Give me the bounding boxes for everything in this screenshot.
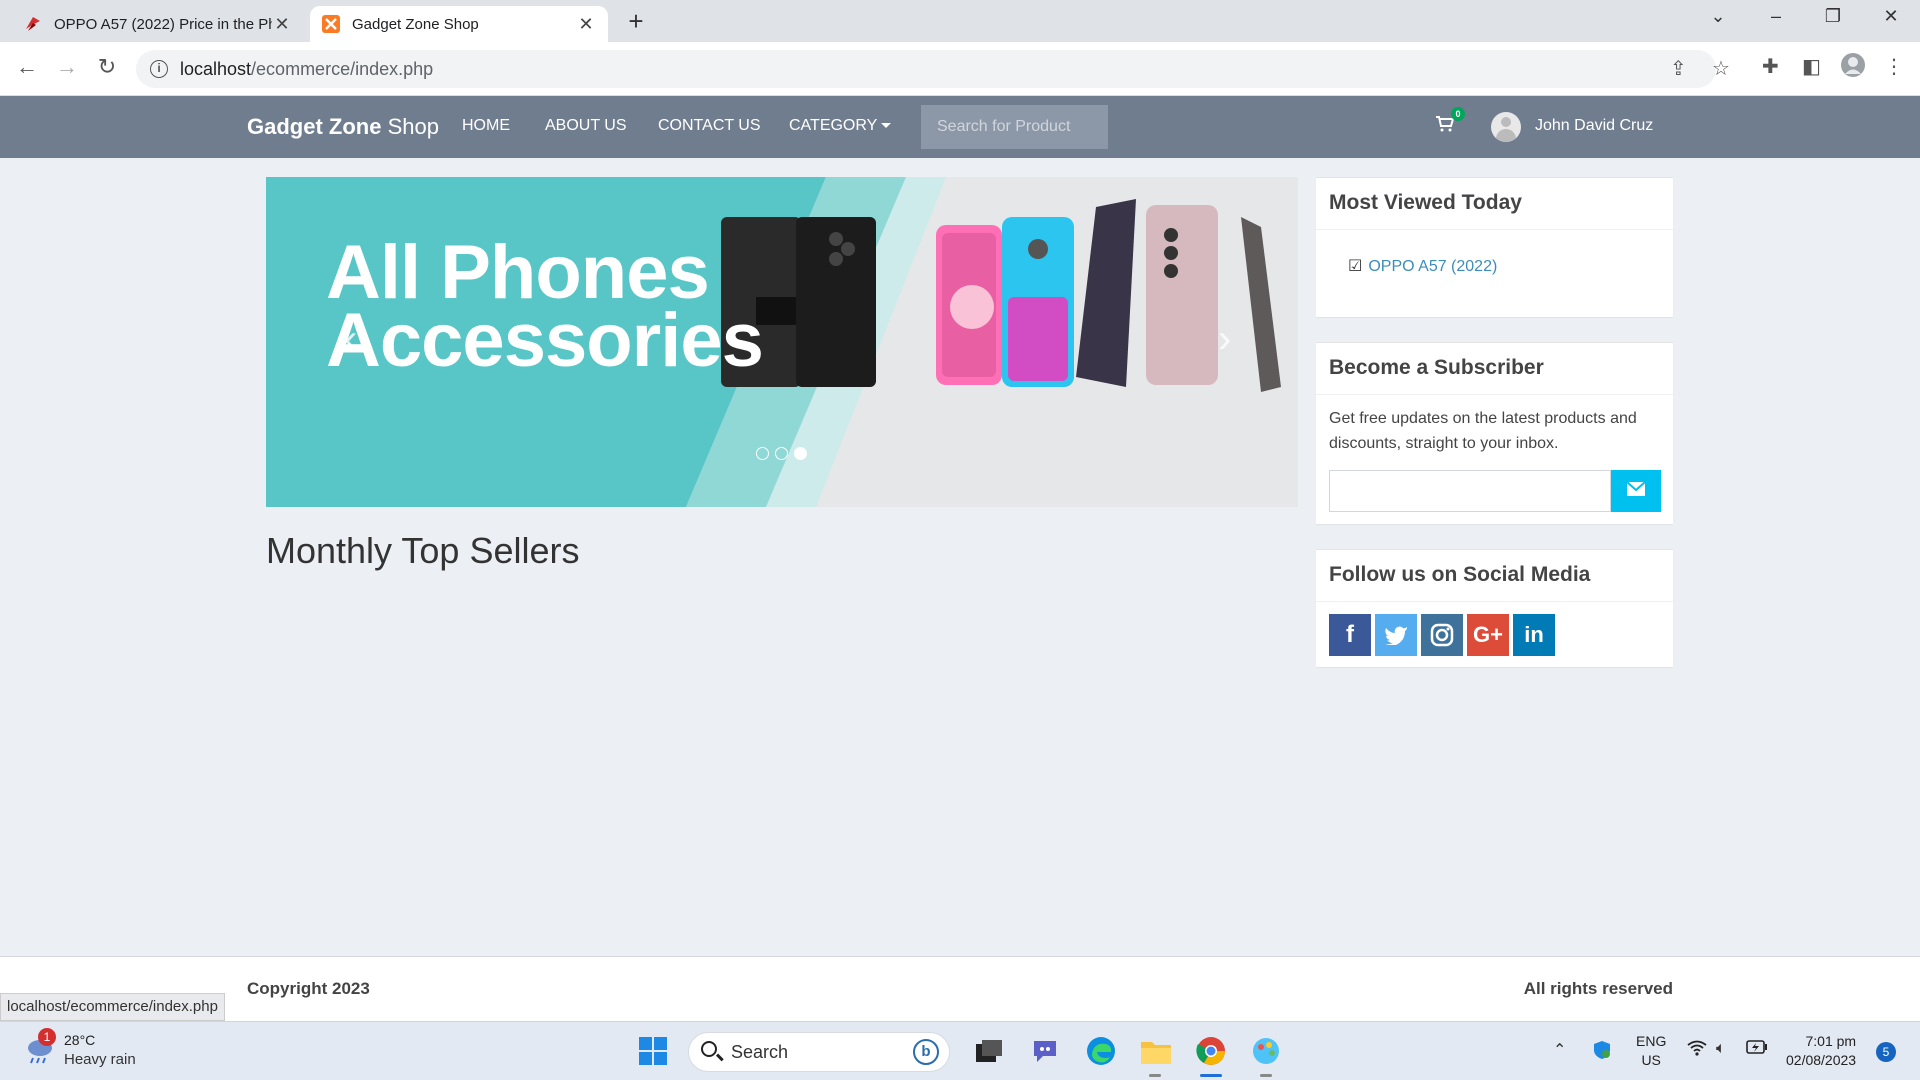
side-panel-icon[interactable]: ◧: [1802, 54, 1821, 79]
minimize-button[interactable]: –: [1762, 6, 1790, 27]
copyright-text: Copyright 2023: [247, 979, 370, 998]
url-path: /ecommerce/index.php: [251, 58, 434, 79]
user-name[interactable]: John David Cruz: [1535, 117, 1653, 135]
volume-icon[interactable]: 🔈︎: [1716, 1040, 1726, 1058]
site-footer: Copyright 2023 All rights reserved: [0, 956, 1920, 1021]
banner-carousel[interactable]: All Phones Accessories ‹ ›: [266, 177, 1298, 507]
back-arrow-icon[interactable]: ←: [12, 54, 42, 80]
chrome-browser-icon[interactable]: [1196, 1036, 1226, 1066]
link-status-bubble: localhost/ecommerce/index.php: [0, 993, 225, 1021]
close-tab-icon[interactable]: ✕: [272, 14, 292, 35]
file-explorer-icon[interactable]: [1141, 1036, 1171, 1066]
url-host: localhost: [180, 58, 252, 79]
reload-icon[interactable]: ↻: [92, 54, 122, 80]
bookmark-star-icon[interactable]: ☆: [1712, 56, 1730, 81]
paint-running-indicator: [1260, 1074, 1272, 1077]
carousel-indicator-2[interactable]: [775, 447, 788, 460]
close-tab-icon[interactable]: ✕: [576, 14, 596, 35]
envelope-icon: [1626, 480, 1646, 501]
taskbar-search[interactable]: Search b: [688, 1032, 950, 1072]
tab-title: OPPO A57 (2022) Price in the Phi: [54, 15, 272, 33]
tab-title: Gadget Zone Shop: [352, 15, 479, 33]
chrome-active-indicator: [1200, 1074, 1222, 1077]
most-viewed-title: Most Viewed Today: [1316, 178, 1673, 230]
subscriber-email-input[interactable]: [1329, 470, 1611, 512]
rights-reserved-text: All rights reserved: [1523, 979, 1673, 998]
close-window-button[interactable]: ✕: [1877, 6, 1905, 27]
windows-taskbar: 1 28°C Heavy rain Search b ⌃ ENG US 🔈︎ 7…: [0, 1021, 1920, 1080]
monthly-top-sellers-heading: Monthly Top Sellers: [266, 530, 580, 571]
profile-avatar-icon[interactable]: [1840, 52, 1866, 84]
explorer-running-indicator: [1149, 1074, 1161, 1077]
browser-toolbar: ← → ↻ i localhost/ecommerce/index.php ⇪ …: [0, 42, 1920, 96]
subscribe-button[interactable]: [1611, 470, 1661, 512]
new-tab-button[interactable]: +: [622, 6, 650, 37]
nav-about-us[interactable]: ABOUT US: [545, 117, 627, 135]
most-viewed-box: Most Viewed Today ☑ OPPO A57 (2022): [1316, 177, 1673, 317]
search-input[interactable]: [921, 105, 1108, 149]
show-hidden-icons-chevron[interactable]: ⌃: [1553, 1040, 1566, 1060]
system-clock[interactable]: 7:01 pm 02/08/2023: [1786, 1032, 1856, 1070]
subscriber-box: Become a Subscriber Get free updates on …: [1316, 342, 1673, 524]
wifi-icon[interactable]: [1687, 1040, 1707, 1061]
tab-search-chevron-icon[interactable]: ⌄: [1704, 6, 1732, 27]
google-plus-icon[interactable]: G+: [1467, 614, 1509, 656]
banner-headline: All Phones Accessories: [326, 230, 764, 383]
weather-alert-badge: 1: [38, 1028, 56, 1046]
xampp-logo-icon: [322, 15, 340, 33]
carousel-indicators: [756, 447, 807, 460]
most-viewed-link[interactable]: ☑ OPPO A57 (2022): [1348, 256, 1497, 276]
weather-temperature[interactable]: 28°C: [64, 1032, 95, 1048]
browser-menu-icon[interactable]: ⋮: [1884, 54, 1904, 79]
social-media-box: Follow us on Social Media f G+ in: [1316, 549, 1673, 667]
facebook-icon[interactable]: f: [1329, 614, 1371, 656]
site-brand[interactable]: Gadget Zone Shop: [247, 114, 439, 140]
linkedin-icon[interactable]: in: [1513, 614, 1555, 656]
browser-tab-pricebook[interactable]: OPPO A57 (2022) Price in the Phi ✕: [12, 6, 304, 42]
instagram-icon[interactable]: [1421, 614, 1463, 656]
carousel-indicator-1[interactable]: [756, 447, 769, 460]
input-language-indicator[interactable]: ENG US: [1636, 1032, 1666, 1070]
shopping-cart-icon[interactable]: [1436, 116, 1455, 137]
browser-tab-gadget-zone[interactable]: Gadget Zone Shop ✕: [310, 6, 608, 42]
extensions-puzzle-icon[interactable]: ✚: [1762, 54, 1779, 79]
notification-count-badge[interactable]: 5: [1876, 1042, 1896, 1062]
carousel-next-arrow-icon[interactable]: ›: [1218, 317, 1231, 362]
nav-category-dropdown[interactable]: CATEGORY: [789, 117, 892, 135]
share-icon[interactable]: ⇪: [1670, 56, 1687, 81]
browser-tab-strip: OPPO A57 (2022) Price in the Phi ✕ Gadge…: [0, 0, 1920, 42]
forward-arrow-icon[interactable]: →: [52, 54, 82, 80]
twitter-icon[interactable]: [1375, 614, 1417, 656]
nav-contact-us[interactable]: CONTACT US: [658, 117, 761, 135]
weather-description[interactable]: Heavy rain: [64, 1051, 136, 1068]
carousel-indicator-3[interactable]: [794, 447, 807, 460]
site-navbar: Gadget Zone Shop HOME ABOUT US CONTACT U…: [0, 96, 1920, 158]
teams-chat-icon[interactable]: [1030, 1036, 1060, 1066]
edge-browser-icon[interactable]: [1086, 1036, 1116, 1066]
pricebook-logo-icon: [24, 15, 42, 33]
caret-down-icon: [881, 123, 892, 129]
windows-start-icon[interactable]: [638, 1036, 668, 1066]
site-info-icon[interactable]: i: [150, 60, 168, 78]
social-media-title: Follow us on Social Media: [1316, 550, 1673, 602]
subscriber-description: Get free updates on the latest products …: [1329, 410, 1637, 452]
restore-button[interactable]: ❐: [1819, 6, 1847, 27]
address-bar[interactable]: i localhost/ecommerce/index.php: [136, 50, 1716, 88]
carousel-prev-arrow-icon[interactable]: ‹: [344, 317, 357, 362]
nav-home[interactable]: HOME: [462, 117, 510, 135]
search-icon: [701, 1041, 717, 1057]
subscriber-title: Become a Subscriber: [1316, 343, 1673, 395]
paint-app-icon[interactable]: [1251, 1036, 1281, 1066]
battery-charging-icon[interactable]: [1746, 1040, 1768, 1059]
cart-count-badge: 0: [1451, 107, 1465, 121]
security-shield-icon[interactable]: [1592, 1040, 1612, 1065]
check-square-icon: ☑: [1348, 258, 1363, 275]
user-avatar[interactable]: [1491, 112, 1521, 142]
bing-icon[interactable]: b: [913, 1039, 939, 1065]
task-view-icon[interactable]: [974, 1036, 1004, 1066]
